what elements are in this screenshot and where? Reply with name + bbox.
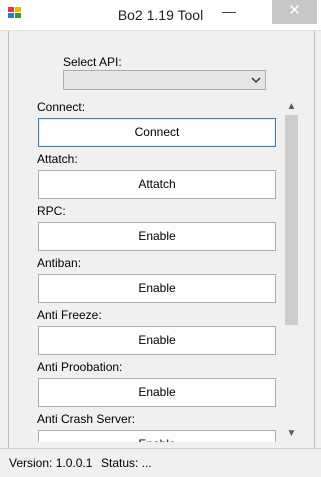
anti-freeze-label: Anti Freeze: [37, 308, 102, 322]
minimize-button[interactable]: — [214, 0, 244, 24]
minimize-icon: — [222, 3, 236, 19]
status-bar: Version: 1.0.0.1 Status: ... [0, 448, 321, 477]
title-bar: Bo2 1.19 Tool — ✕ [0, 0, 321, 31]
close-button[interactable]: ✕ [272, 0, 317, 24]
rpc-label: RPC: [37, 204, 66, 218]
vertical-scrollbar[interactable]: ▲ ▼ [283, 98, 300, 442]
attatch-button[interactable]: Attatch [38, 170, 276, 199]
select-api-label: Select API: [63, 55, 122, 69]
api-select[interactable] [63, 70, 266, 90]
chevron-down-icon [251, 77, 261, 84]
scroll-up-icon[interactable]: ▲ [283, 98, 300, 115]
rpc-enable-button[interactable]: Enable [38, 222, 276, 251]
anti-crash-server-enable-button[interactable]: Enable [38, 430, 276, 442]
antiban-enable-button[interactable]: Enable [38, 274, 276, 303]
status-text: Status: ... [101, 456, 152, 470]
options-panel: Connect: Connect Attatch: Attatch RPC: E… [37, 98, 283, 442]
anti-freeze-enable-button[interactable]: Enable [38, 326, 276, 355]
anti-crash-server-label: Anti Crash Server: [37, 412, 136, 426]
close-icon: ✕ [288, 2, 301, 19]
anti-proobation-label: Anti Proobation: [37, 360, 123, 374]
antiban-label: Antiban: [37, 256, 82, 270]
connect-button[interactable]: Connect [38, 118, 276, 147]
scroll-down-icon[interactable]: ▼ [283, 425, 300, 442]
scroll-thumb[interactable] [285, 115, 298, 325]
version-text: Version: 1.0.0.1 [9, 456, 93, 470]
anti-proobation-enable-button[interactable]: Enable [38, 378, 276, 407]
connect-label: Connect: [37, 100, 86, 114]
attatch-label: Attatch: [37, 152, 78, 166]
